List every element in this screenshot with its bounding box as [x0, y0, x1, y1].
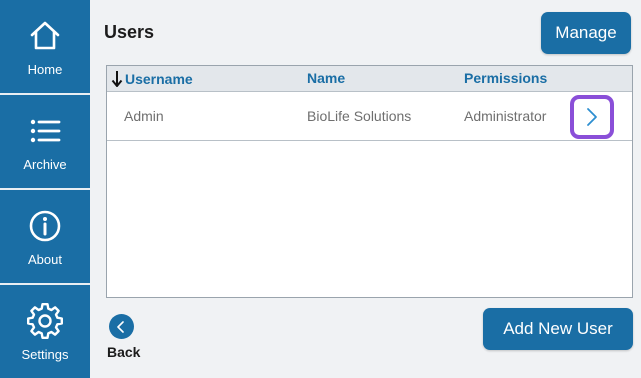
cell-name: BioLife Solutions	[307, 108, 412, 124]
gear-icon	[27, 303, 63, 340]
page-title: Users	[104, 22, 155, 42]
back-button[interactable]: Back	[102, 314, 140, 360]
sidebar: Home Archive About Settings	[0, 0, 90, 378]
table-header: Username Name Permissions	[107, 66, 632, 92]
chevron-left-icon	[117, 320, 125, 333]
arrow-down-icon	[111, 71, 123, 87]
sidebar-item-about[interactable]: About	[0, 190, 90, 285]
column-header-label: Username	[125, 70, 193, 87]
column-header-permissions[interactable]: Permissions	[464, 70, 547, 86]
manage-button[interactable]: Manage	[541, 12, 631, 54]
sidebar-item-archive[interactable]: Archive	[0, 95, 90, 190]
add-new-user-button[interactable]: Add New User	[483, 308, 633, 350]
back-circle	[108, 314, 134, 339]
cell-permissions: Administrator	[464, 108, 547, 124]
row-detail-button[interactable]	[570, 95, 614, 139]
cell-username: Admin	[124, 108, 164, 124]
sidebar-item-label: Settings	[21, 347, 69, 362]
column-header-name[interactable]: Name	[307, 70, 345, 86]
users-table: Username Name Permissions Admin BioLife …	[106, 65, 633, 298]
back-label: Back	[107, 344, 141, 360]
sidebar-item-label: Home	[27, 62, 63, 77]
home-icon	[30, 21, 60, 50]
list-icon	[30, 119, 61, 143]
table-row[interactable]: Admin BioLife Solutions Administrator	[107, 93, 632, 141]
main-panel: Users Manage Username Name Permissions A…	[90, 0, 641, 378]
chevron-right-icon	[587, 108, 597, 126]
sidebar-item-home[interactable]: Home	[0, 0, 90, 95]
sidebar-item-settings[interactable]: Settings	[0, 285, 90, 378]
sidebar-item-label: About	[28, 252, 62, 267]
column-header-username[interactable]: Username	[111, 70, 193, 87]
info-icon	[29, 210, 61, 242]
sidebar-item-label: Archive	[23, 157, 67, 172]
